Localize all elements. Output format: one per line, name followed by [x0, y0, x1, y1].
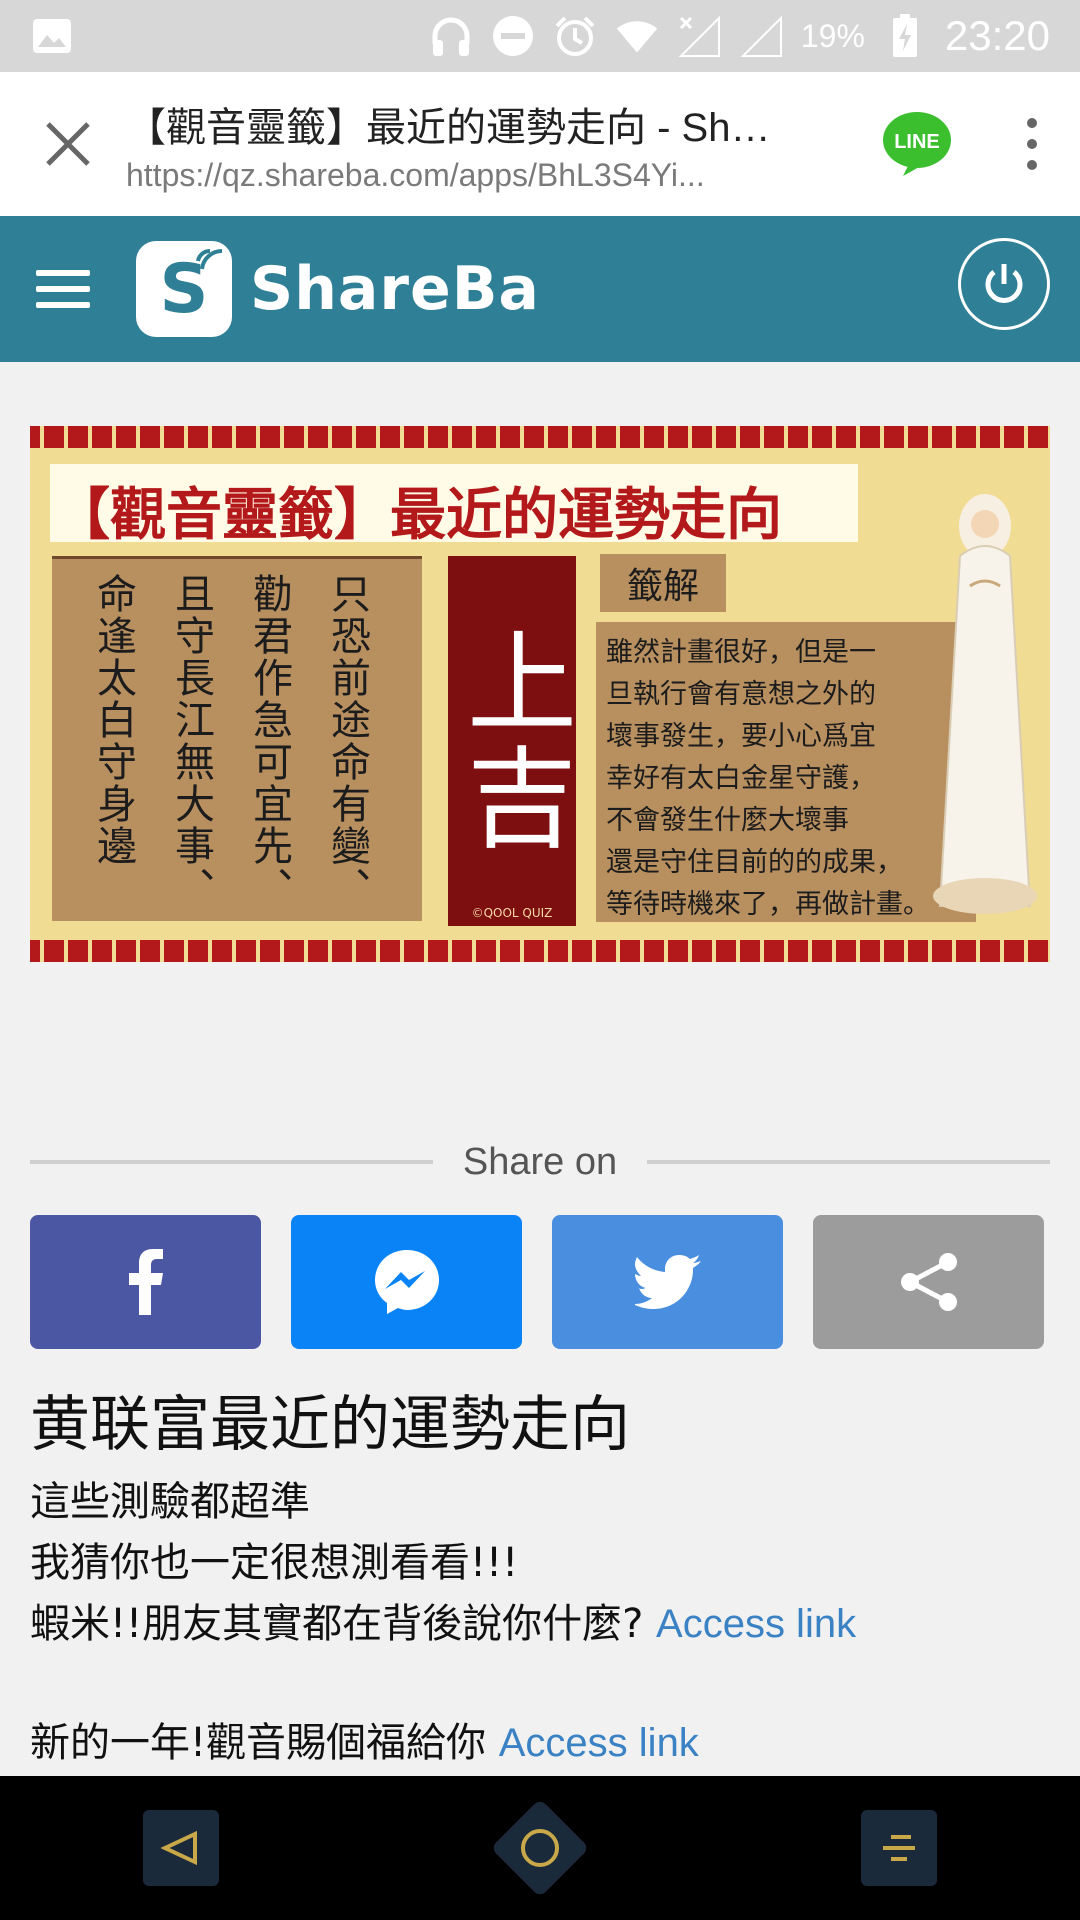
article-body: 這些測驗都超準 我猜你也一定很想測看看!!! 蝦米!!朋友其實都在背後說你什麼?… — [30, 1472, 856, 1774]
battery-charging-icon — [883, 14, 927, 58]
line-icon: LINE — [883, 112, 951, 176]
description-line: 雖然計畫很好，但是一 — [606, 637, 876, 668]
body-line: 我猜你也一定很想測看看!!! — [30, 1540, 519, 1586]
description-line: 不會發生什麼大壞事 — [606, 805, 849, 836]
messenger-icon — [374, 1250, 439, 1314]
jieshi-label: 籤解 — [600, 554, 726, 612]
status-bar-right: 19% 23:20 — [429, 12, 1050, 60]
login-button[interactable] — [958, 238, 1050, 330]
fortune-poem-columns: 只恐前途命有變、 勸君作急可宜先、 且守長江無大事、 命逢太白守身邊 — [86, 573, 372, 909]
description-line: 幸好有太白金星守護， — [606, 763, 876, 794]
omen-text: 上吉 — [448, 625, 576, 857]
body-line: 這些測驗都超準 — [30, 1479, 310, 1525]
guanyin-figure-illustration — [933, 494, 1037, 914]
tab-title-block[interactable]: 【觀音靈籤】最近的運勢走向 - Shar... https://qz.share… — [126, 95, 872, 194]
fortune-omen: 上吉 ©QOOL QUIZ — [448, 556, 576, 926]
body-line: 蝦米!!朋友其實都在背後說你什麼? Access link — [30, 1594, 856, 1655]
body-line-text: 新的一年!觀音賜個福給你 — [30, 1720, 499, 1766]
line-label: LINE — [894, 131, 940, 153]
fortune-border-bottom — [30, 940, 1050, 962]
poem-column: 只恐前途命有變、 — [324, 573, 370, 909]
access-link[interactable]: Access link — [656, 1602, 856, 1646]
share-buttons — [30, 1215, 1044, 1349]
page-title: 【觀音靈籤】最近的運勢走向 - Shar... — [126, 105, 786, 150]
more-vert-icon — [1027, 118, 1037, 170]
site-header: S ShareBa — [0, 216, 1080, 362]
custom-tab-toolbar: 【觀音靈籤】最近的運勢走向 - Shar... https://qz.share… — [0, 72, 1080, 216]
messenger-share-button[interactable] — [291, 1215, 522, 1349]
page-url: https://qz.shareba.com/apps/BhL3S4Yi... — [126, 156, 705, 193]
logo-mark: S — [136, 241, 232, 337]
hamburger-icon-bar — [36, 286, 90, 292]
signal-empty-icon — [739, 14, 783, 58]
fortune-title: 【觀音靈籤】最近的運勢走向 — [54, 482, 782, 548]
share-separator: Share on — [30, 1132, 1051, 1192]
facebook-icon — [128, 1249, 163, 1315]
poem-column: 勸君作急可宜先、 — [246, 573, 292, 909]
close-icon — [46, 122, 90, 166]
generic-share-button[interactable] — [813, 1215, 1044, 1349]
status-bar: 19% 23:20 — [0, 0, 1080, 72]
main-content: 【觀音靈籤】最近的運勢走向 只恐前途命有變、 勸君作急可宜先、 且守長江無大事、… — [0, 362, 1080, 1776]
hamburger-icon-bar — [36, 302, 90, 308]
signal-no-service-icon — [677, 14, 721, 58]
site-logo[interactable]: S ShareBa — [136, 241, 540, 337]
description-line: 壞事發生，要小心爲宜 — [606, 721, 876, 752]
back-button[interactable] — [143, 1810, 219, 1886]
menu-button[interactable] — [36, 249, 116, 329]
status-bar-left — [30, 14, 74, 58]
description-line: 等待時機來了，再做計畫。 — [606, 889, 930, 920]
line-share-button[interactable]: LINE — [872, 99, 962, 189]
share-icon — [900, 1253, 957, 1311]
facebook-share-button[interactable] — [30, 1215, 261, 1349]
overflow-menu-button[interactable] — [1002, 94, 1062, 194]
battery-percent: 19% — [800, 17, 865, 54]
wifi-icon — [615, 14, 659, 58]
headphones-icon — [429, 14, 473, 58]
hamburger-icon-bar — [36, 270, 90, 276]
poem-column: 且守長江無大事、 — [168, 573, 214, 909]
logo-text: ShareBa — [250, 254, 540, 324]
clock: 23:20 — [944, 12, 1050, 59]
home-button[interactable] — [490, 1798, 590, 1898]
poem-column: 命逢太白守身邊 — [90, 573, 136, 867]
fortune-poem: 只恐前途命有變、 勸君作急可宜先、 且守長江無大事、 命逢太白守身邊 — [52, 556, 422, 921]
twitter-icon — [634, 1255, 701, 1309]
article-heading: 黄联富最近的運勢走向 — [30, 1390, 630, 1460]
omen-credit: ©QOOL QUIZ — [471, 906, 553, 920]
body-line-text: 蝦米!!朋友其實都在背後說你什麼? — [30, 1601, 657, 1647]
home-icon — [521, 1829, 559, 1867]
close-tab-button[interactable] — [18, 94, 118, 194]
share-label: Share on — [462, 1140, 618, 1183]
power-icon — [985, 264, 1023, 303]
fortune-description: 雖然計畫很好，但是一 旦執行會有意想之外的 壞事發生，要小心爲宜 幸好有太白金星… — [596, 622, 976, 922]
divider — [30, 1160, 433, 1164]
access-link[interactable]: Access link — [499, 1721, 699, 1765]
image-icon — [30, 14, 74, 58]
recents-button[interactable] — [861, 1810, 937, 1886]
do-not-disturb-icon — [491, 14, 535, 58]
alarm-icon — [553, 14, 597, 58]
twitter-share-button[interactable] — [552, 1215, 783, 1349]
body-line: 新的一年!觀音賜個福給你 Access link — [30, 1713, 856, 1774]
fortune-image: 【觀音靈籤】最近的運勢走向 只恐前途命有變、 勸君作急可宜先、 且守長江無大事、… — [30, 426, 1050, 962]
back-icon — [161, 1830, 197, 1866]
wifi-arc-icon — [196, 248, 223, 270]
divider — [647, 1160, 1051, 1164]
description-line: 還是守住目前的的成果， — [606, 847, 903, 878]
description-line: 旦執行會有意想之外的 — [606, 679, 876, 710]
fortune-border-top — [30, 426, 1050, 448]
navigation-bar — [0, 1776, 1080, 1920]
recents-icon — [883, 1835, 915, 1861]
